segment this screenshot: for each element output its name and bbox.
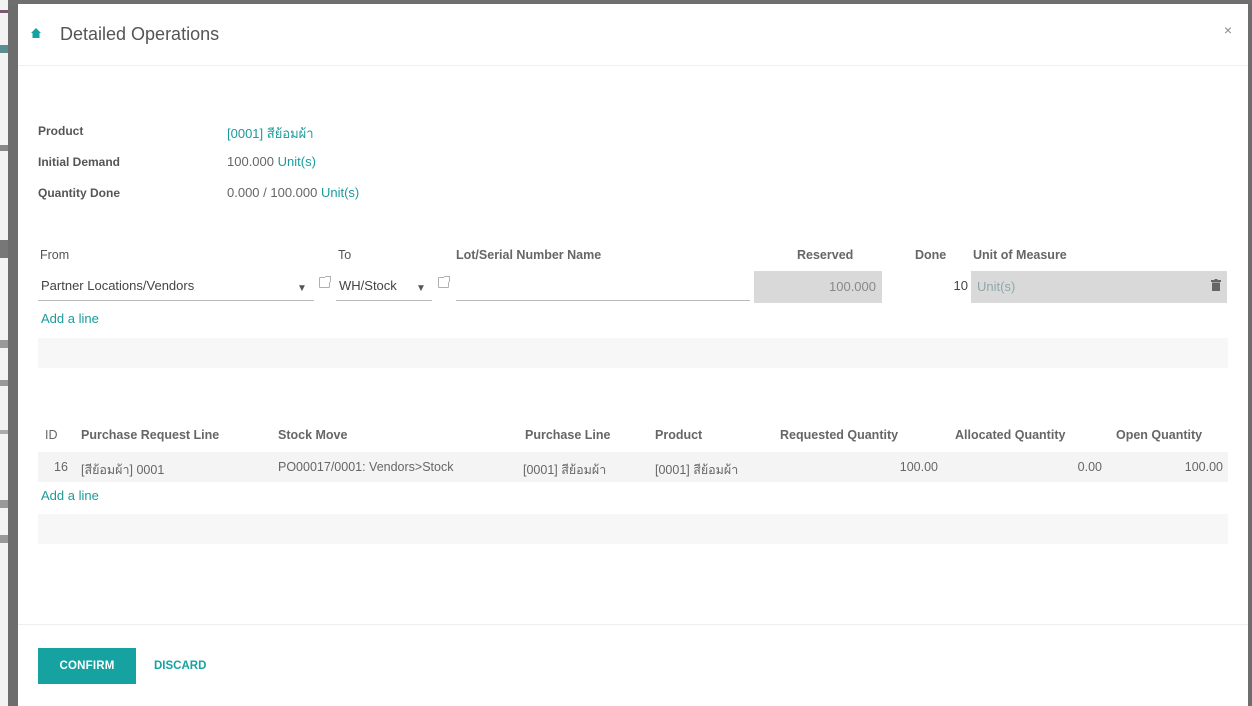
move-lines-add-line[interactable]: Add a line <box>41 311 99 326</box>
backdrop-left <box>0 0 8 706</box>
qty-done-uom[interactable]: Unit(s) <box>321 185 359 200</box>
to-chevron-down-icon[interactable]: ▼ <box>416 283 426 294</box>
row-open-qty: 100.00 <box>1184 460 1223 474</box>
detailed-operations-dialog: Detailed Operations × Product [0001] สีย… <box>18 4 1248 706</box>
row-requested-qty: 100.00 <box>899 460 938 474</box>
qty-done-value: 0.000 / 100.000 Unit(s) <box>227 185 360 200</box>
to-external-link-icon[interactable] <box>438 276 450 288</box>
from-chevron-down-icon[interactable]: ▼ <box>297 283 307 294</box>
col-uom[interactable]: Unit of Measure <box>973 248 1067 262</box>
col-stock-move[interactable]: Stock Move <box>278 428 347 442</box>
uom-field: Unit(s) <box>971 271 1227 303</box>
request-lines-add-line[interactable]: Add a line <box>41 488 99 503</box>
col-purchase-line[interactable]: Purchase Line <box>525 428 610 442</box>
col-open-qty[interactable]: Open Quantity <box>1116 428 1202 442</box>
reserved-field: 100.000 <box>754 271 882 303</box>
request-lines-empty-row <box>38 514 1228 544</box>
row-stock-move: PO00017/0001: Vendors>Stock <box>278 460 454 474</box>
col-reserved[interactable]: Reserved <box>797 248 853 262</box>
from-external-link-icon[interactable] <box>319 276 331 288</box>
dialog-header: Detailed Operations × <box>18 4 1248 66</box>
col-requested-qty[interactable]: Requested Quantity <box>780 428 898 442</box>
row-pr-line: [สีย้อมผ้า] 0001 <box>81 463 165 477</box>
product-link[interactable]: [0001] สีย้อมผ้า <box>227 123 314 144</box>
from-location-select[interactable]: Partner Locations/Vendors <box>38 271 314 301</box>
col-from[interactable]: From <box>40 248 69 262</box>
col-allocated-qty[interactable]: Allocated Quantity <box>955 428 1065 442</box>
col-done[interactable]: Done <box>915 248 946 262</box>
col-lot[interactable]: Lot/Serial Number Name <box>456 248 601 262</box>
row-purchase-line: [0001] สีย้อมผ้า <box>523 463 607 477</box>
trash-icon[interactable] <box>1211 279 1221 294</box>
move-lines-empty-row <box>38 338 1228 368</box>
confirm-button[interactable]: CONFIRM <box>38 648 136 684</box>
initial-demand-uom[interactable]: Unit(s) <box>278 154 316 169</box>
row-product: [0001] สีย้อมผ้า <box>655 463 739 477</box>
close-icon[interactable]: × <box>1224 22 1232 38</box>
initial-demand-value: 100.000 Unit(s) <box>227 154 316 169</box>
product-label: Product <box>38 124 84 138</box>
col-product[interactable]: Product <box>655 428 702 442</box>
discard-button[interactable]: DISCARD <box>154 648 206 684</box>
lot-name-input[interactable] <box>456 271 750 301</box>
col-pr-line[interactable]: Purchase Request Line <box>81 428 219 442</box>
home-icon <box>31 28 41 40</box>
col-id[interactable]: ID <box>45 428 58 442</box>
initial-demand-label: Initial Demand <box>38 155 121 169</box>
row-allocated-qty: 0.00 <box>1077 460 1102 474</box>
row-id: 16 <box>54 460 68 474</box>
qty-done-label: Quantity Done <box>38 186 121 200</box>
col-to[interactable]: To <box>338 248 351 262</box>
dialog-title: Detailed Operations <box>60 24 220 44</box>
done-qty-input[interactable]: 10 <box>884 271 970 301</box>
